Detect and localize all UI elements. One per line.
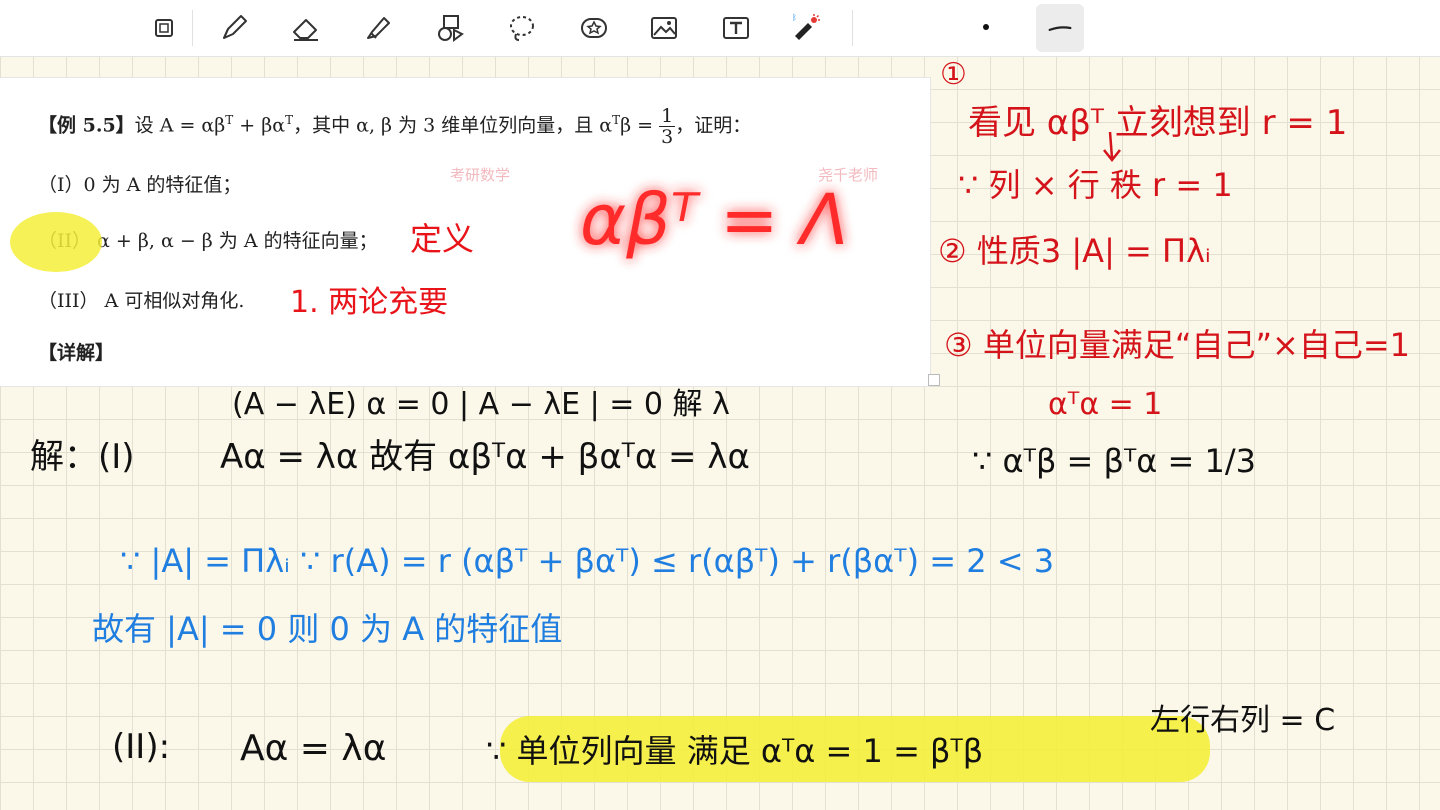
part-two-text: （II） α + β, α − β 为 A 的特征向量； bbox=[38, 230, 378, 252]
sticker-icon[interactable] bbox=[574, 8, 614, 48]
solution-label: 【详解】 bbox=[38, 342, 115, 364]
image-icon[interactable] bbox=[644, 8, 684, 48]
eraser-icon[interactable] bbox=[286, 8, 326, 48]
resize-handle-icon[interactable] bbox=[928, 374, 940, 386]
svg-text:ᛒ: ᛒ bbox=[792, 13, 797, 22]
shapes-icon[interactable] bbox=[430, 8, 470, 48]
problem-document: 考研数学 尧千老师 【例 5.5】设 A = αβT + βαT，其中 α, β… bbox=[0, 78, 930, 386]
highlighter-icon[interactable] bbox=[358, 8, 398, 48]
part-one-text: （I）0 为 A 的特征值； bbox=[38, 174, 242, 196]
example-label: 【例 5.5】设 A = αβT + βαT，其中 α, β 为 3 维单位列向… bbox=[38, 105, 752, 148]
fraction-one-third: 1 3 bbox=[659, 105, 676, 148]
pen-icon[interactable] bbox=[214, 8, 254, 48]
drawing-toolbar: ᛒ bbox=[0, 0, 1440, 57]
part-three-text: （III） A 可相似对角化. bbox=[38, 290, 245, 312]
pen-size-stroke-icon[interactable] bbox=[1036, 4, 1084, 52]
laser-pointer-icon[interactable]: ᛒ bbox=[786, 8, 826, 48]
lasso-select-icon[interactable] bbox=[144, 8, 184, 48]
pen-size-small-icon[interactable] bbox=[983, 24, 989, 30]
watermark-left: 考研数学 bbox=[450, 166, 511, 184]
watermark-right: 尧千老师 bbox=[818, 166, 879, 184]
lasso-icon[interactable] bbox=[502, 8, 542, 48]
text-icon[interactable] bbox=[716, 8, 756, 48]
